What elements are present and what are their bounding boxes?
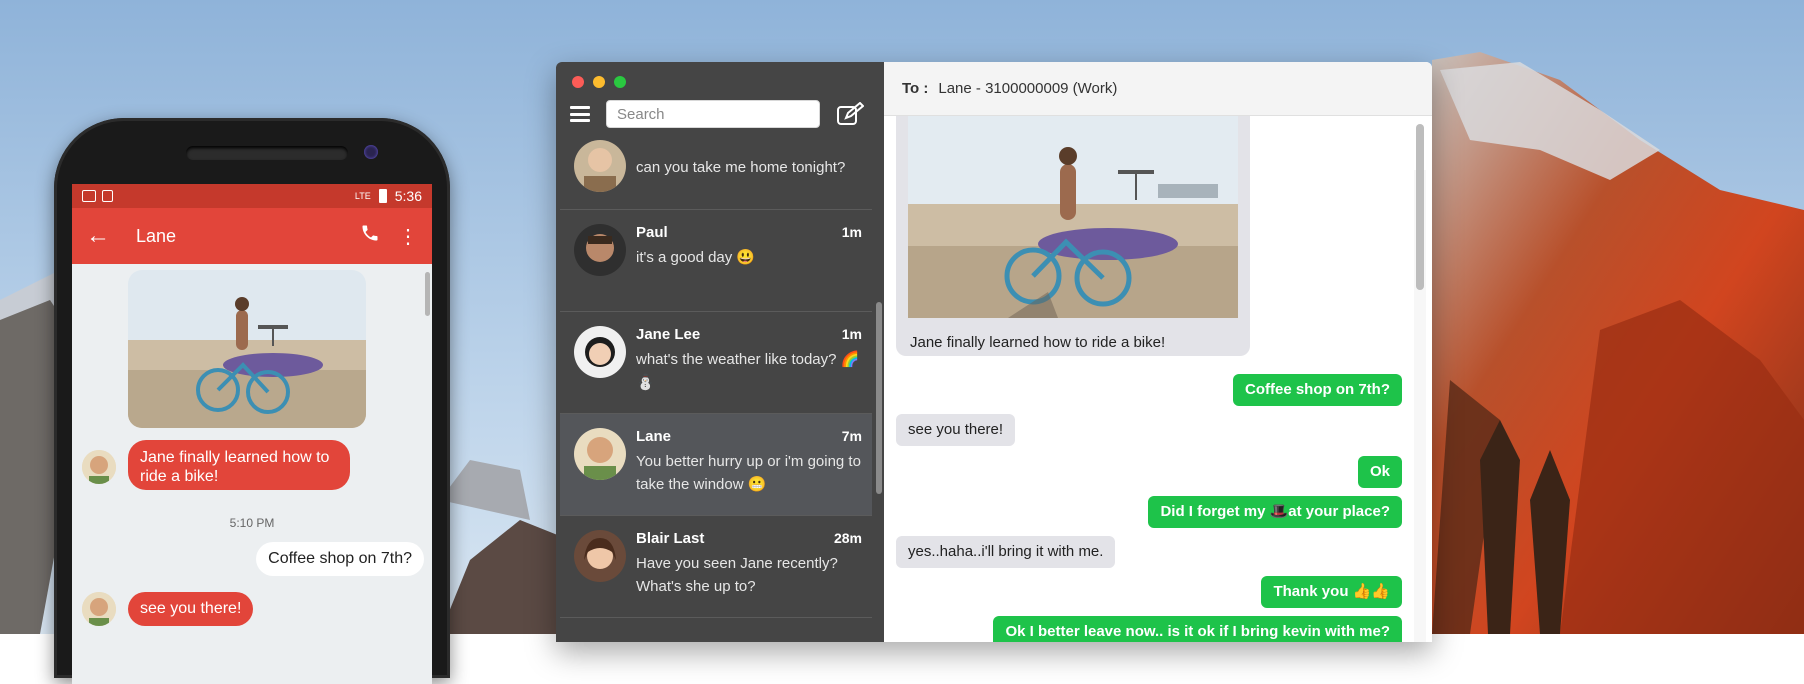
phone-status-bar: LTE 5:36 — [72, 184, 432, 208]
status-time: 5:36 — [394, 188, 422, 204]
beach-bike-photo-icon — [908, 116, 1238, 318]
contact-avatar — [574, 530, 626, 582]
gmail-icon — [82, 190, 96, 202]
conversation-preview: You better hurry up or i'm going to take… — [636, 453, 861, 493]
hamburger-menu-icon[interactable] — [570, 106, 590, 122]
conversation-time: 1m — [841, 326, 862, 342]
chat-message-thread: Jane finally learned how to ride a bike!… — [884, 116, 1432, 642]
sidebar-toolbar — [570, 100, 870, 128]
conversation-title: Lane — [136, 225, 177, 246]
conversation-list: can you take me home tonight? Paul 1m it… — [560, 140, 872, 640]
contact-avatar — [574, 224, 626, 276]
conversation-item[interactable]: can you take me home tonight? — [560, 140, 872, 210]
phone-message-thread: Jane finally learned how to ride a bike!… — [72, 264, 432, 684]
conversation-item[interactable]: Blair Last 28m Have you seen Jane recent… — [560, 516, 872, 618]
message-timestamp: 5:10 PM — [229, 516, 275, 530]
photo-message-bubble[interactable]: Jane finally learned how to ride a bike! — [896, 116, 1250, 356]
phone-attached-photo[interactable] — [128, 270, 366, 428]
contact-avatar — [574, 326, 626, 378]
outgoing-message: Ok — [1357, 456, 1402, 488]
search-input[interactable] — [606, 100, 820, 128]
close-window-button[interactable] — [572, 76, 584, 88]
photo-caption: Jane finally learned how to ride a bike! — [910, 334, 1166, 351]
outgoing-message: Coffee shop on 7th? — [1233, 374, 1402, 406]
conversation-item-selected[interactable]: Lane 7m You better hurry up or i'm going… — [560, 414, 872, 516]
contact-name: Paul — [636, 224, 668, 241]
conversation-time: 28m — [833, 530, 862, 546]
conversation-preview: it's a good day 😃 — [636, 249, 756, 266]
phone-call-icon[interactable] — [360, 223, 380, 249]
chat-header: To : Lane - 3100000009 (Work) — [884, 62, 1432, 116]
phone-camera — [364, 145, 378, 159]
lane-avatar — [82, 592, 116, 626]
contact-avatar — [574, 140, 626, 192]
contact-name: Lane — [636, 428, 672, 445]
conversation-item[interactable]: Paul 1m it's a good day 😃 — [560, 210, 872, 312]
phone-message-bubble: see you there! — [128, 592, 254, 626]
battery-icon — [378, 189, 387, 203]
phone-scrollbar[interactable] — [425, 272, 430, 316]
back-arrow-icon[interactable]: ← — [86, 222, 122, 250]
contact-name: Blair Last — [636, 530, 705, 547]
conversation-item[interactable]: Jane Lee 1m what's the weather like toda… — [560, 312, 872, 414]
chat-scrollbar[interactable] — [1416, 124, 1424, 290]
outgoing-message: Thank you 👍👍 — [1261, 576, 1402, 608]
conversation-time: 7m — [841, 428, 862, 444]
contact-avatar — [574, 428, 626, 480]
phone-app-bar: ← Lane ⋮ — [72, 208, 432, 264]
compose-icon[interactable] — [836, 102, 864, 126]
attached-photo[interactable] — [908, 116, 1238, 318]
sd-card-icon — [102, 190, 113, 202]
conversation-preview: can you take me home tonight? — [636, 159, 846, 176]
incoming-message: see you there! — [896, 414, 1016, 446]
window-controls — [572, 76, 626, 88]
conversation-sidebar: can you take me home tonight? Paul 1m it… — [556, 62, 884, 642]
sidebar-scrollbar[interactable] — [876, 302, 882, 494]
more-vert-icon[interactable]: ⋮ — [398, 224, 418, 249]
phone-message-bubble: Coffee shop on 7th? — [256, 542, 424, 576]
minimize-window-button[interactable] — [593, 76, 605, 88]
incoming-message: yes..haha..i'll bring it with me. — [896, 536, 1116, 568]
phone-speaker — [186, 146, 348, 160]
conversation-preview: Have you seen Jane recently? What's she … — [636, 555, 838, 595]
chat-panel: To : Lane - 3100000009 (Work) Jane final… — [884, 62, 1432, 642]
beach-bike-photo-icon — [128, 270, 366, 428]
android-phone: LTE 5:36 ← Lane ⋮ Jane finally learned h… — [54, 118, 450, 684]
signal-lte-icon: LTE — [354, 191, 371, 201]
conversation-preview: what's the weather like today? 🌈⛄ — [636, 351, 860, 391]
lane-avatar — [82, 450, 116, 484]
contact-name: Jane Lee — [636, 326, 701, 343]
phone-message-bubble: Jane finally learned how to ride a bike! — [128, 440, 350, 490]
conversation-time: 1m — [841, 224, 862, 240]
outgoing-message: Did I forget my 🎩at your place? — [1148, 496, 1402, 528]
recipient[interactable]: Lane - 3100000009 (Work) — [938, 80, 1117, 97]
phone-screen: LTE 5:36 ← Lane ⋮ Jane finally learned h… — [72, 184, 432, 684]
outgoing-message: Ok I better leave now.. is it ok if I br… — [993, 616, 1402, 642]
mac-messages-window: can you take me home tonight? Paul 1m it… — [556, 62, 1432, 642]
to-label: To : — [902, 80, 929, 97]
maximize-window-button[interactable] — [614, 76, 626, 88]
